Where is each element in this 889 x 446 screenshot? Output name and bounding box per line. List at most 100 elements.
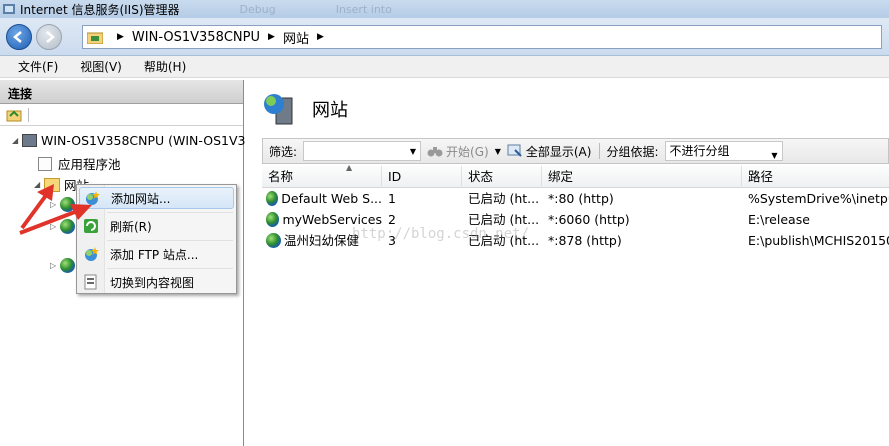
- back-button[interactable]: [6, 23, 32, 50]
- iis-app-icon: [3, 4, 15, 14]
- menu-divider: [107, 212, 233, 213]
- title-bar: Internet 信息服务(IIS)管理器 Debug Insert into: [0, 0, 889, 18]
- menu-item-label: 刷新(R): [110, 219, 152, 234]
- cell-binding: *:80 (http): [548, 191, 614, 206]
- filter-toolbar: 筛选: ▼ 开始(G) ▼ 全部显示(A) 分组依据: 不进行分组 ▼: [262, 138, 889, 164]
- navigation-bar: ▶ WIN-OS1V358CNPU ▶ 网站 ▶: [0, 18, 889, 56]
- toolbar-divider: [28, 107, 29, 122]
- context-menu: 添加网站... 刷新(R) 添加 FTP 站点... 切换到内容视图: [76, 184, 237, 294]
- menu-item-content-view[interactable]: 切换到内容视图: [79, 271, 234, 293]
- filter-label: 筛选:: [269, 144, 298, 159]
- expand-icon[interactable]: ◢: [12, 136, 22, 145]
- start-button[interactable]: 开始(G): [427, 143, 489, 160]
- page-title: 网站: [312, 100, 348, 121]
- menu-item-label: 添加 FTP 站点...: [110, 247, 199, 262]
- chevron-down-icon[interactable]: ▼: [410, 147, 416, 156]
- add-website-icon: [86, 191, 100, 205]
- menu-view[interactable]: 视图(V): [80, 58, 122, 75]
- chevron-down-icon[interactable]: ▼: [495, 147, 501, 156]
- cell-id: 1: [388, 191, 396, 206]
- cell-name-text: 温州妇幼保健: [284, 233, 360, 248]
- menu-divider: [107, 240, 233, 241]
- group-by-label: 分组依据:: [606, 144, 659, 159]
- menu-item-refresh[interactable]: 刷新(R): [79, 215, 234, 237]
- cell-binding: *:6060 (http): [548, 212, 630, 227]
- folder-icon: [87, 32, 103, 44]
- tree-node-site[interactable]: ▷: [50, 219, 78, 234]
- connections-toolbar: [0, 104, 243, 126]
- watermark: http://blog.csdn.net/: [352, 226, 530, 242]
- address-bar[interactable]: ▶ WIN-OS1V358CNPU ▶ 网站 ▶: [82, 25, 882, 49]
- arrow-left-icon: [13, 30, 22, 43]
- table-row[interactable]: Default Web S... 1 已启动 (ht... *:80 (http…: [262, 188, 889, 209]
- cell-path: E:\publish\MCHIS201508: [748, 233, 889, 248]
- chevron-down-icon[interactable]: ▼: [771, 147, 777, 165]
- menu-item-add-ftp[interactable]: 添加 FTP 站点...: [79, 243, 234, 265]
- toolbar-divider: [599, 143, 601, 159]
- tree-label-server: WIN-OS1V358CNPU (WIN-OS1V3: [41, 133, 246, 148]
- app-pool-icon: [38, 156, 52, 171]
- forward-button[interactable]: [36, 23, 62, 50]
- column-header-binding[interactable]: 绑定: [542, 166, 742, 188]
- globe-icon: [60, 219, 75, 234]
- breadcrumb-server[interactable]: WIN-OS1V358CNPU: [132, 30, 260, 45]
- tree-label-app-pools: 应用程序池: [58, 157, 121, 172]
- collapse-icon[interactable]: ▷: [50, 200, 60, 209]
- chevron-right-icon[interactable]: ▶: [117, 32, 124, 42]
- ghost-tab: Insert into: [335, 2, 392, 16]
- chevron-right-icon[interactable]: ▶: [268, 32, 275, 42]
- chevron-right-icon[interactable]: ▶: [317, 32, 324, 42]
- menu-help[interactable]: 帮助(H): [144, 58, 186, 75]
- tree-node-site[interactable]: ▷: [50, 197, 78, 212]
- column-header-name[interactable]: 名称: [262, 166, 382, 188]
- page-header: 网站: [262, 92, 348, 126]
- tree-node-site[interactable]: ▷: [50, 258, 78, 273]
- binoculars-icon: [427, 147, 443, 157]
- server-icon: [22, 134, 37, 147]
- filter-input[interactable]: ▼: [303, 141, 422, 161]
- tree-node-server[interactable]: ◢ WIN-OS1V358CNPU (WIN-OS1V3: [12, 133, 246, 148]
- menu-bar: 文件(F) 视图(V) 帮助(H): [0, 56, 889, 78]
- cell-name-text: Default Web S...: [281, 191, 382, 206]
- menu-divider: [107, 268, 233, 269]
- breadcrumb-sites[interactable]: 网站: [283, 28, 309, 47]
- cell-status: 已启动 (ht...: [468, 191, 540, 206]
- menu-file[interactable]: 文件(F): [18, 58, 58, 75]
- globe-icon: [60, 197, 75, 212]
- menu-item-add-website[interactable]: 添加网站...: [79, 187, 234, 209]
- cell-path: E:\release: [748, 212, 810, 227]
- group-by-value: 不进行分组: [669, 144, 730, 158]
- refresh-icon: [84, 219, 98, 233]
- cell-name: Default Web S...: [262, 188, 382, 209]
- show-all-icon: [507, 144, 522, 157]
- column-header-id[interactable]: ID: [382, 166, 462, 188]
- menu-item-label: 添加网站...: [111, 191, 171, 206]
- new-connection-icon[interactable]: [6, 108, 22, 122]
- tree-node-app-pools[interactable]: 应用程序池: [38, 154, 121, 173]
- collapse-icon[interactable]: ▷: [50, 261, 60, 270]
- collapse-icon[interactable]: ▷: [50, 222, 60, 231]
- globe-icon: [266, 191, 279, 206]
- window-title: Internet 信息服务(IIS)管理器: [20, 2, 180, 17]
- expand-icon[interactable]: ◢: [34, 180, 44, 189]
- table-header: 名称 ID 状态 绑定 路径 ▲: [262, 163, 889, 188]
- globe-icon: [60, 258, 75, 273]
- start-label: 开始(G): [446, 144, 489, 159]
- main-panel: 网站 筛选: ▼ 开始(G) ▼ 全部显示(A) 分组依据: 不进行分组 ▼ 名…: [248, 80, 889, 446]
- column-header-path[interactable]: 路径: [742, 166, 889, 188]
- sites-folder-icon: [44, 177, 60, 192]
- show-all-button[interactable]: 全部显示(A): [507, 143, 592, 160]
- add-ftp-icon: [85, 247, 99, 261]
- sites-globe-icon: [264, 94, 293, 125]
- show-all-label: 全部显示(A): [525, 144, 592, 159]
- connections-header: 连接: [0, 80, 243, 104]
- group-by-select[interactable]: 不进行分组 ▼: [664, 141, 783, 161]
- cell-path: %SystemDrive%\inetpub: [748, 191, 889, 206]
- cell-binding: *:878 (http): [548, 233, 622, 248]
- sort-ascending-icon: ▲: [346, 163, 353, 172]
- menu-item-label: 切换到内容视图: [110, 275, 195, 290]
- content-view-icon: [84, 274, 97, 290]
- globe-icon: [266, 212, 280, 227]
- column-header-status[interactable]: 状态: [462, 166, 542, 188]
- arrow-right-icon: [46, 30, 55, 43]
